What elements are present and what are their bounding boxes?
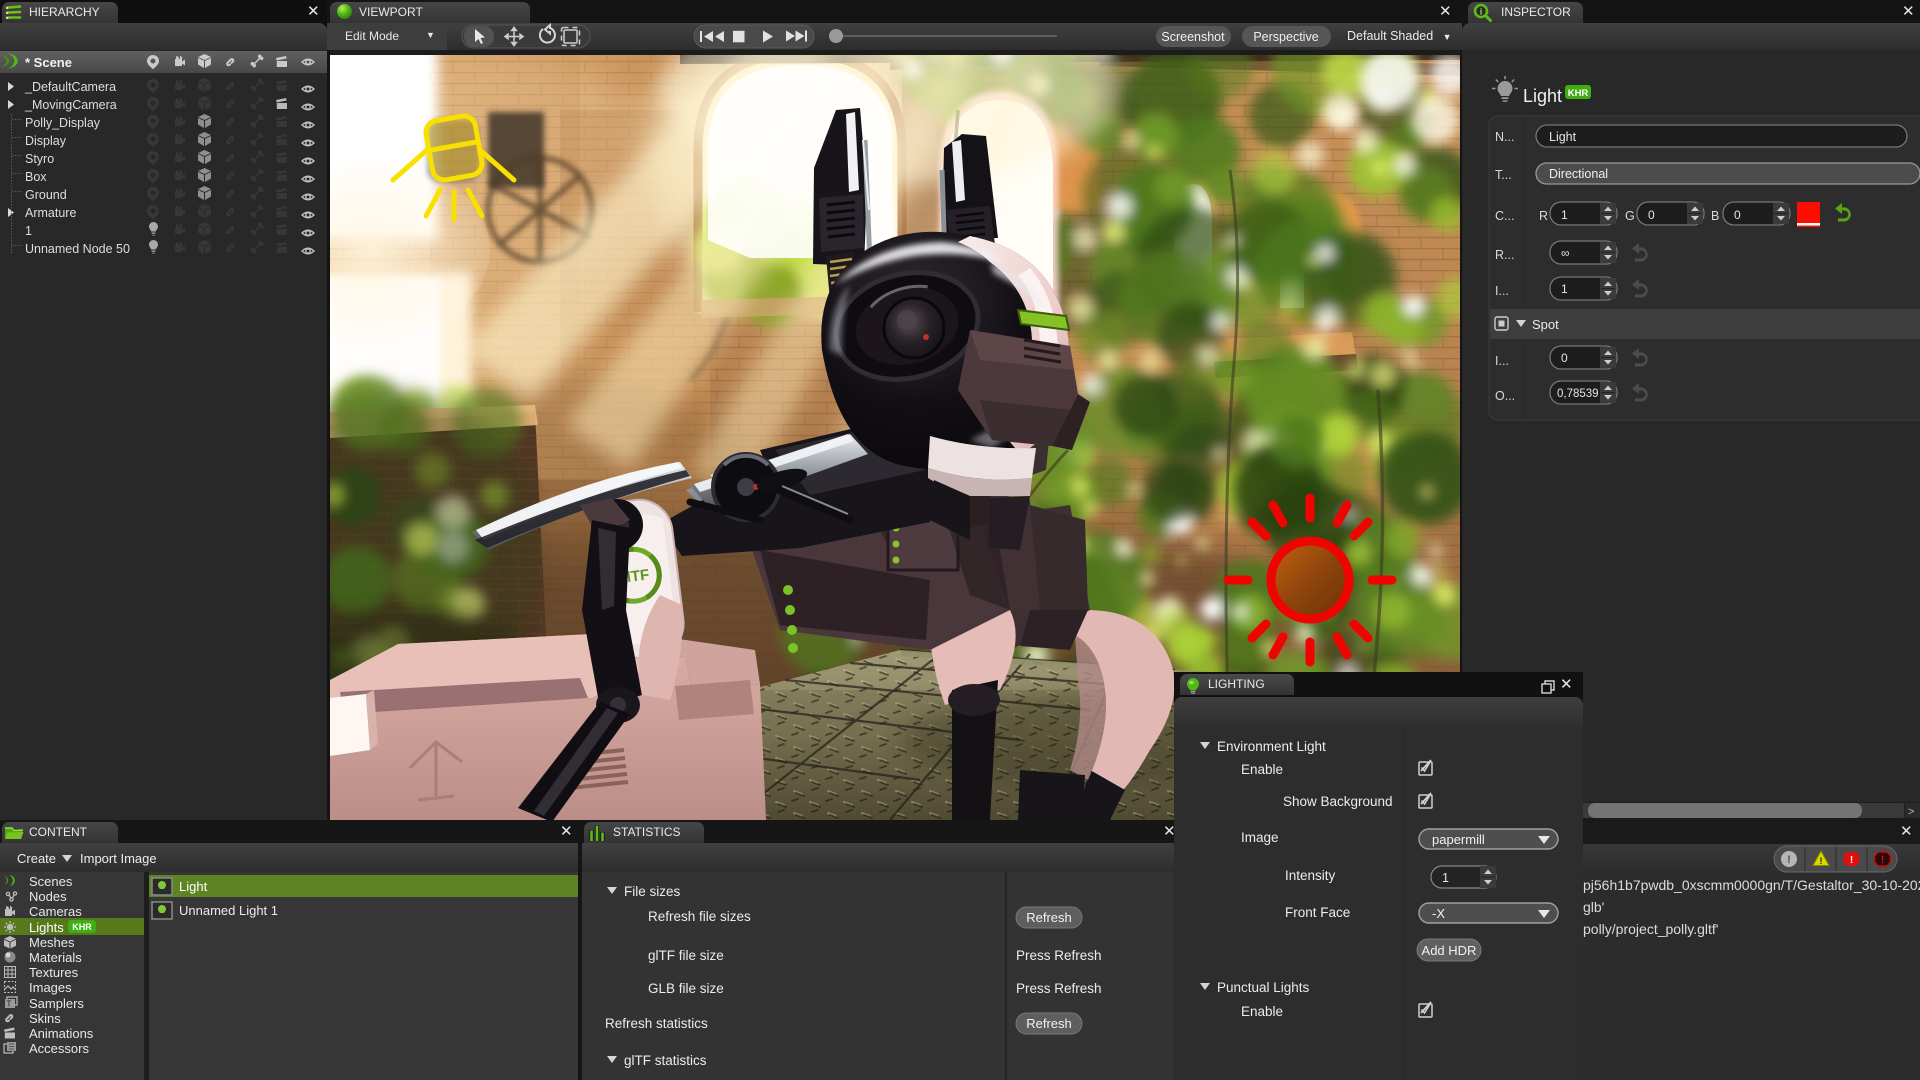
svg-text:I...: I... bbox=[1495, 284, 1509, 298]
svg-text:Box: Box bbox=[25, 170, 47, 184]
svg-text:Screenshot: Screenshot bbox=[1161, 30, 1225, 44]
svg-text:-X: -X bbox=[1432, 906, 1445, 921]
svg-text:_DefaultCamera: _DefaultCamera bbox=[24, 80, 116, 94]
svg-text:Press Refresh: Press Refresh bbox=[1016, 948, 1102, 963]
svg-text:Textures: Textures bbox=[29, 965, 79, 980]
svg-text:R...: R... bbox=[1495, 248, 1514, 262]
svg-text:Images: Images bbox=[29, 980, 72, 995]
svg-text:Animations: Animations bbox=[29, 1026, 94, 1041]
svg-text:Intensity: Intensity bbox=[1285, 868, 1336, 883]
svg-text:Enable: Enable bbox=[1241, 762, 1283, 777]
svg-text:Nodes: Nodes bbox=[29, 889, 67, 904]
svg-text:Styro: Styro bbox=[25, 152, 54, 166]
svg-text:C...: C... bbox=[1495, 209, 1514, 223]
svg-text:Perspective: Perspective bbox=[1253, 30, 1318, 44]
svg-text:G: G bbox=[1625, 209, 1635, 223]
svg-text:Light: Light bbox=[179, 879, 208, 894]
svg-text:Polly_Display: Polly_Display bbox=[25, 116, 101, 130]
svg-text:∞: ∞ bbox=[1561, 246, 1570, 260]
svg-text:Punctual Lights: Punctual Lights bbox=[1217, 980, 1310, 995]
svg-text:pj56h1b7pwdb_0xscmm0000gn/T/Ge: pj56h1b7pwdb_0xscmm0000gn/T/Gestaltor_30… bbox=[1583, 877, 1920, 893]
svg-text:1: 1 bbox=[1561, 208, 1568, 222]
svg-text:R: R bbox=[1539, 209, 1548, 223]
svg-text:T: T bbox=[7, 1000, 12, 1009]
svg-text:Skins: Skins bbox=[29, 1011, 61, 1026]
svg-text:Refresh: Refresh bbox=[1026, 1016, 1072, 1031]
svg-text:polly/project_polly.gltf': polly/project_polly.gltf' bbox=[1583, 921, 1718, 937]
svg-text:0: 0 bbox=[1648, 208, 1655, 222]
svg-text:!: ! bbox=[1787, 854, 1791, 866]
svg-text:Light: Light bbox=[1523, 86, 1562, 106]
svg-text:KHR: KHR bbox=[1568, 88, 1589, 99]
svg-text:Enable: Enable bbox=[1241, 1004, 1283, 1019]
svg-text:Unnamed Light 1: Unnamed Light 1 bbox=[179, 903, 278, 918]
svg-text:Lights: Lights bbox=[29, 920, 64, 935]
svg-text:B: B bbox=[1711, 209, 1719, 223]
svg-text:Unnamed Node 50: Unnamed Node 50 bbox=[25, 242, 130, 256]
svg-text:Scenes: Scenes bbox=[29, 874, 73, 889]
svg-text:Spot: Spot bbox=[1532, 317, 1559, 332]
svg-text:Meshes: Meshes bbox=[29, 935, 75, 950]
svg-text:Samplers: Samplers bbox=[29, 996, 84, 1011]
svg-text:File sizes: File sizes bbox=[624, 884, 681, 899]
svg-text:Refresh: Refresh bbox=[1026, 910, 1072, 925]
svg-text:Ground: Ground bbox=[25, 188, 67, 202]
svg-text:1: 1 bbox=[1561, 282, 1568, 296]
svg-text:papermill: papermill bbox=[1432, 832, 1485, 847]
svg-text:>: > bbox=[1908, 806, 1914, 818]
svg-text:Environment Light: Environment Light bbox=[1217, 739, 1326, 754]
svg-text:Press Refresh: Press Refresh bbox=[1016, 981, 1102, 996]
svg-text:glTF statistics: glTF statistics bbox=[624, 1053, 707, 1068]
svg-text:glTF file size: glTF file size bbox=[648, 948, 724, 963]
svg-text:Add HDR: Add HDR bbox=[1422, 943, 1477, 958]
svg-text:* Scene: * Scene bbox=[25, 55, 72, 70]
svg-text:Materials: Materials bbox=[29, 950, 82, 965]
svg-text:Accessors: Accessors bbox=[29, 1041, 89, 1056]
svg-text:I...: I... bbox=[1495, 354, 1509, 368]
svg-text:Show Background: Show Background bbox=[1283, 794, 1393, 809]
svg-text:Armature: Armature bbox=[25, 206, 76, 220]
svg-text:Import Image: Import Image bbox=[80, 851, 157, 866]
svg-text:Cameras: Cameras bbox=[29, 904, 82, 919]
svg-text:N...: N... bbox=[1495, 130, 1514, 144]
svg-text:O...: O... bbox=[1495, 389, 1515, 403]
svg-text:Refresh statistics: Refresh statistics bbox=[605, 1016, 708, 1031]
svg-text:Create: Create bbox=[17, 851, 56, 866]
svg-text:Front Face: Front Face bbox=[1285, 905, 1350, 920]
svg-text:0: 0 bbox=[1734, 208, 1741, 222]
svg-text:!: ! bbox=[1881, 855, 1884, 866]
svg-text:_MovingCamera: _MovingCamera bbox=[24, 98, 117, 112]
svg-text:Directional: Directional bbox=[1549, 167, 1608, 181]
svg-text:GLB file size: GLB file size bbox=[648, 981, 724, 996]
svg-text:Image: Image bbox=[1241, 830, 1279, 845]
svg-text:glb': glb' bbox=[1583, 899, 1604, 915]
svg-text:0,78539: 0,78539 bbox=[1557, 388, 1599, 400]
svg-text:T...: T... bbox=[1495, 168, 1512, 182]
svg-text:0: 0 bbox=[1561, 351, 1568, 365]
svg-text:Refresh file sizes: Refresh file sizes bbox=[648, 909, 751, 924]
svg-text:KHR: KHR bbox=[72, 922, 92, 932]
svg-text:1: 1 bbox=[25, 224, 32, 238]
svg-text:!: ! bbox=[1850, 855, 1853, 866]
svg-text:!: ! bbox=[1820, 856, 1823, 866]
svg-text:1: 1 bbox=[1442, 871, 1449, 885]
svg-text:Light: Light bbox=[1549, 130, 1577, 144]
svg-text:Display: Display bbox=[25, 134, 67, 148]
